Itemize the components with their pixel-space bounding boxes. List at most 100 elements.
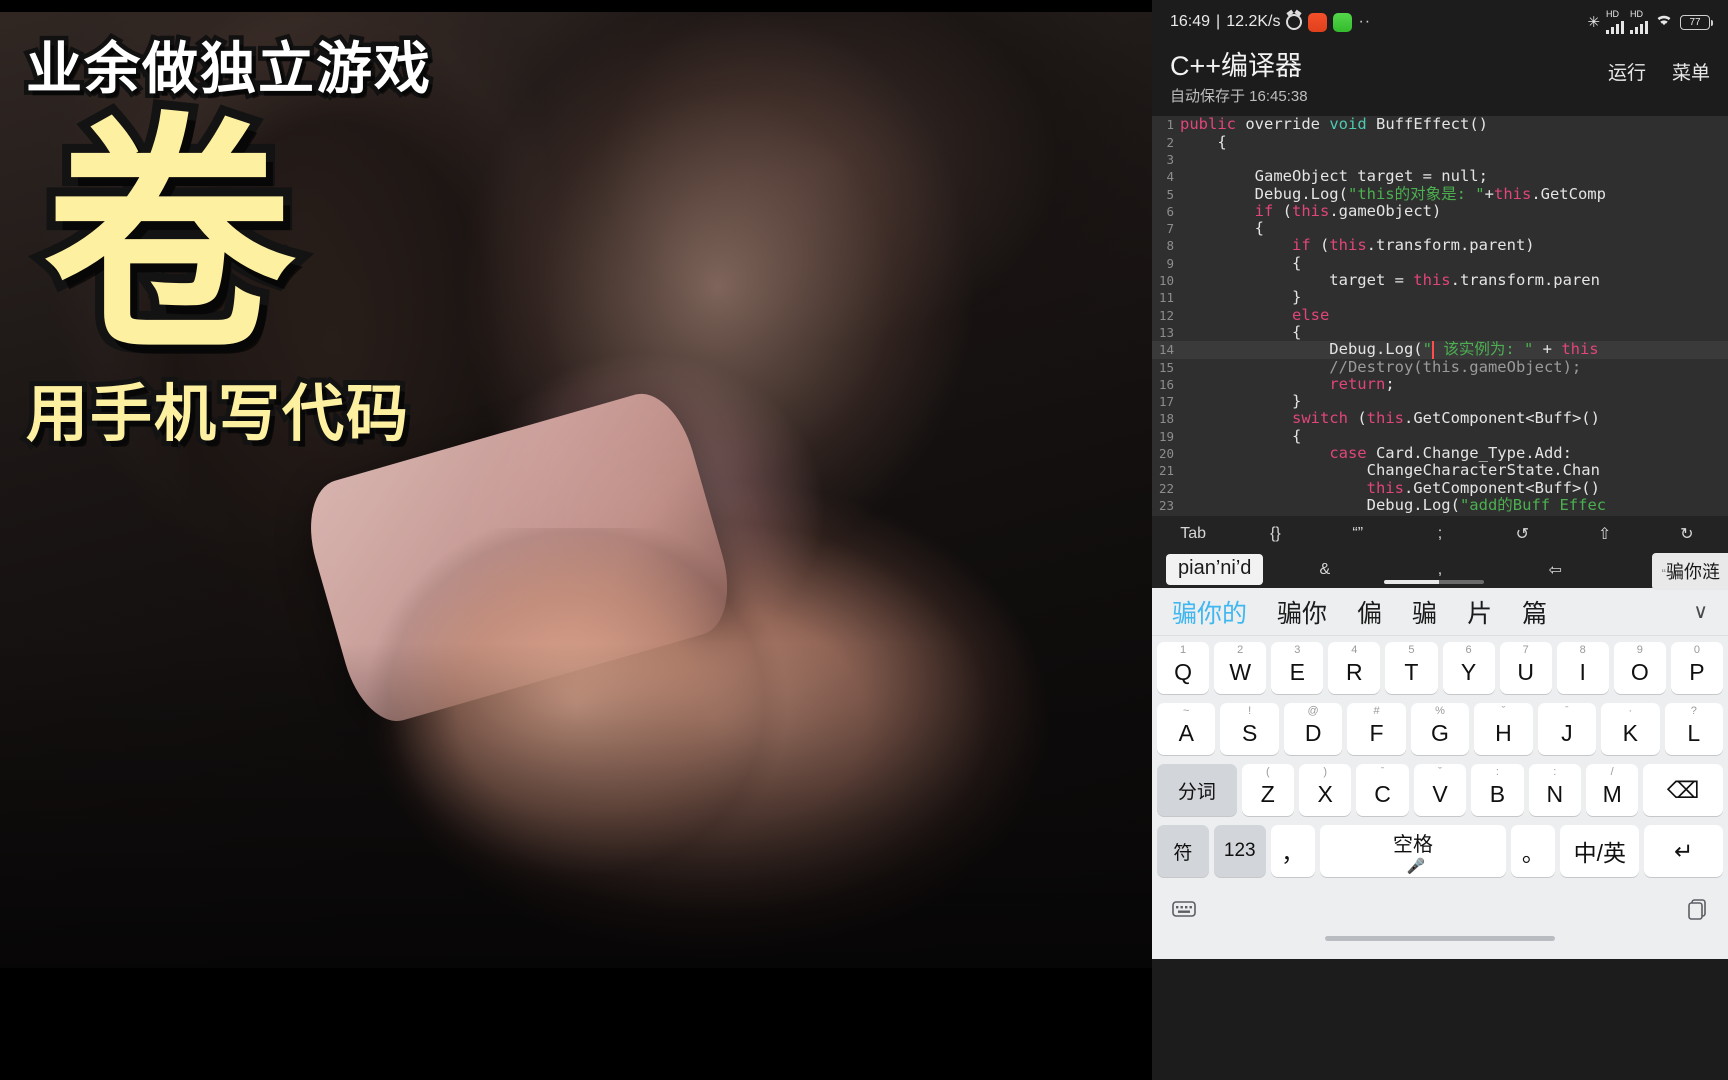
key-符[interactable]: 符 <box>1157 825 1209 878</box>
key-superscript: ! <box>1248 705 1252 718</box>
key-。[interactable]: 。 <box>1511 825 1556 878</box>
code-line[interactable]: 21 ChangeCharacterState.Chan <box>1152 462 1728 479</box>
key-label: 空格 <box>1393 833 1434 856</box>
key-I[interactable]: 8I <box>1556 642 1609 695</box>
key-W[interactable]: 2W <box>1214 642 1267 695</box>
key-F[interactable]: # F <box>1347 703 1406 756</box>
code-line[interactable]: 3 <box>1152 151 1728 168</box>
key-X[interactable]: ) X <box>1299 764 1352 817</box>
key-P[interactable]: 0P <box>1670 642 1723 695</box>
key-J[interactable]: ˉJ <box>1537 703 1597 756</box>
key-M[interactable]: / M <box>1585 764 1639 817</box>
status-netspeed: 12.2K/s <box>1226 13 1281 30</box>
key-，[interactable]: ， <box>1270 825 1315 878</box>
key-O[interactable]: 9O <box>1613 642 1666 695</box>
code-line[interactable]: 1 public override void BuffEffect() <box>1152 116 1728 133</box>
code-line[interactable]: 12 else <box>1152 306 1728 324</box>
toolbar-key-1[interactable]: {} <box>1234 525 1316 543</box>
key-123[interactable]: 123 <box>1213 825 1266 878</box>
code-line[interactable]: 2 { <box>1152 133 1728 151</box>
toolbar-key-6[interactable]: ↻ <box>1646 524 1728 544</box>
code-line[interactable]: 15 //Destroy(this.gameObject); <box>1152 358 1728 376</box>
line-number: 22 <box>1158 480 1174 496</box>
toolbar2-key-1[interactable]: & <box>1267 561 1382 579</box>
clipboard-icon[interactable] <box>1686 898 1708 926</box>
toolbar-key-5[interactable]: ⇧ <box>1563 524 1645 544</box>
code-line[interactable]: 23 Debug.Log("add的Buff Effec <box>1152 496 1728 514</box>
code-line[interactable]: 17 } <box>1152 392 1728 410</box>
line-number: 20 <box>1158 446 1174 462</box>
candidate-5[interactable]: 篇 <box>1522 594 1547 630</box>
signal-1-icon: HD <box>1606 10 1624 34</box>
candidate-2[interactable]: 偏 <box>1357 594 1382 630</box>
key-Z[interactable]: (Z <box>1241 764 1295 817</box>
key-L[interactable]: ? L <box>1664 703 1723 756</box>
candidate-0[interactable]: 骗你的 <box>1172 594 1247 630</box>
key-⌫[interactable]: ⌫ <box>1643 764 1724 817</box>
toolbar-key-3[interactable]: ; <box>1399 525 1481 543</box>
code-line[interactable]: 10 target = this.transform.paren <box>1152 271 1728 289</box>
status-bar-right: ✳ HD HD 77 <box>1587 10 1713 34</box>
key-C[interactable]: ˉC <box>1356 764 1409 817</box>
key-D[interactable]: @ D <box>1283 703 1343 756</box>
keyboard-switch-icon[interactable] <box>1172 900 1196 924</box>
line-number: 16 <box>1158 376 1174 392</box>
candidate-3[interactable]: 骗 <box>1412 594 1437 630</box>
run-button[interactable]: 运行 <box>1608 58 1646 85</box>
candidate-1[interactable]: 骗你 <box>1277 594 1327 630</box>
chevron-down-icon[interactable]: ∨ <box>1681 599 1720 624</box>
toolbar-key-2[interactable]: “” <box>1317 525 1399 543</box>
code-line[interactable]: 5 Debug.Log("this的对象是: "+this.GetComp <box>1152 185 1728 203</box>
key-U[interactable]: 7U <box>1499 642 1552 695</box>
key-Q[interactable]: 1Q <box>1157 642 1210 695</box>
key-Y[interactable]: 6Y <box>1442 642 1495 695</box>
key-空格[interactable]: 空格 🎤 <box>1319 825 1507 878</box>
key-G[interactable]: % G <box>1410 703 1470 756</box>
toolbar-key-4[interactable]: ↺ <box>1481 524 1563 544</box>
key-N[interactable]: :N <box>1528 764 1581 817</box>
code-line[interactable]: 19 { <box>1152 427 1728 445</box>
key-T[interactable]: 5T <box>1385 642 1438 695</box>
code-line[interactable]: 22 this.GetComponent<Buff>() <box>1152 479 1728 497</box>
key-K[interactable]: · K <box>1601 703 1660 756</box>
line-number: 15 <box>1158 359 1174 375</box>
toolbar2-key-2[interactable]: , <box>1382 561 1497 579</box>
key-H[interactable]: ˇH <box>1474 703 1533 756</box>
code-line[interactable]: 4 GameObject target = null; <box>1152 168 1728 185</box>
key-S[interactable]: ! S <box>1220 703 1279 756</box>
key-label: S <box>1242 719 1258 746</box>
code-line[interactable]: 16 return; <box>1152 375 1728 393</box>
code-line[interactable]: 7 { <box>1152 220 1728 237</box>
code-line[interactable]: 14 Debug.Log("| 该实例为: " + this <box>1152 341 1728 359</box>
code-line[interactable]: 13 { <box>1152 323 1728 341</box>
toolbar2-key-3[interactable]: ⇦ <box>1498 560 1613 580</box>
keyboard[interactable]: 1 Q 2 W 3 E 4 R 5 T 6 Y 7 U 8 I 9 O 0 P ~ A! S @ D # F% G ˇ H ˉ J · K? L 分词… <box>1152 636 1728 878</box>
key-B[interactable]: :B <box>1471 764 1524 817</box>
key-R[interactable]: 4R <box>1328 642 1381 695</box>
code-line[interactable]: 8 if (this.transform.parent) <box>1152 237 1728 254</box>
candidate-4[interactable]: 片 <box>1467 594 1492 630</box>
key-E[interactable]: 3E <box>1271 642 1324 695</box>
microphone-icon[interactable]: 🎤 <box>1407 857 1426 875</box>
key-中/英[interactable]: 中/英 <box>1560 825 1640 878</box>
key-分词[interactable]: 分词 <box>1157 764 1237 817</box>
key-↵[interactable]: ↵ <box>1644 825 1724 878</box>
line-number: 11 <box>1158 290 1174 306</box>
candidate-bar[interactable]: 骗你的 骗你偏骗片篇 ∨ <box>1152 588 1728 637</box>
editor-toolbar-secondary[interactable]: pian’ni’d “骗你涟 \&,⇦⇩ <box>1152 552 1728 591</box>
code-line[interactable]: 11 } <box>1152 289 1728 306</box>
code-line[interactable]: 9 { <box>1152 254 1728 272</box>
code-line[interactable]: 18 switch (this.GetComponent<Buff>() <box>1152 410 1728 427</box>
key-label: Z <box>1260 780 1275 807</box>
key-label: W <box>1229 658 1252 685</box>
key-V[interactable]: ˇV <box>1413 764 1467 817</box>
code-editor[interactable]: 1 public override void BuffEffect() 2 {3 4 … <box>1152 116 1728 517</box>
code-line[interactable]: 6 if (this.gameObject) <box>1152 202 1728 220</box>
key-superscript: @ <box>1307 705 1319 718</box>
code-line[interactable]: 20 case Card.Change_Type.Add: <box>1152 444 1728 462</box>
menu-button[interactable]: 菜单 <box>1672 58 1710 85</box>
toolbar-key-0[interactable]: Tab <box>1152 525 1234 543</box>
editor-toolbar-primary[interactable]: Tab{} “”; ↺ ⇧ ↻ <box>1152 516 1728 553</box>
code-text: ChangeCharacterState.Chan <box>1180 461 1600 480</box>
key-A[interactable]: ~ A <box>1157 703 1216 756</box>
